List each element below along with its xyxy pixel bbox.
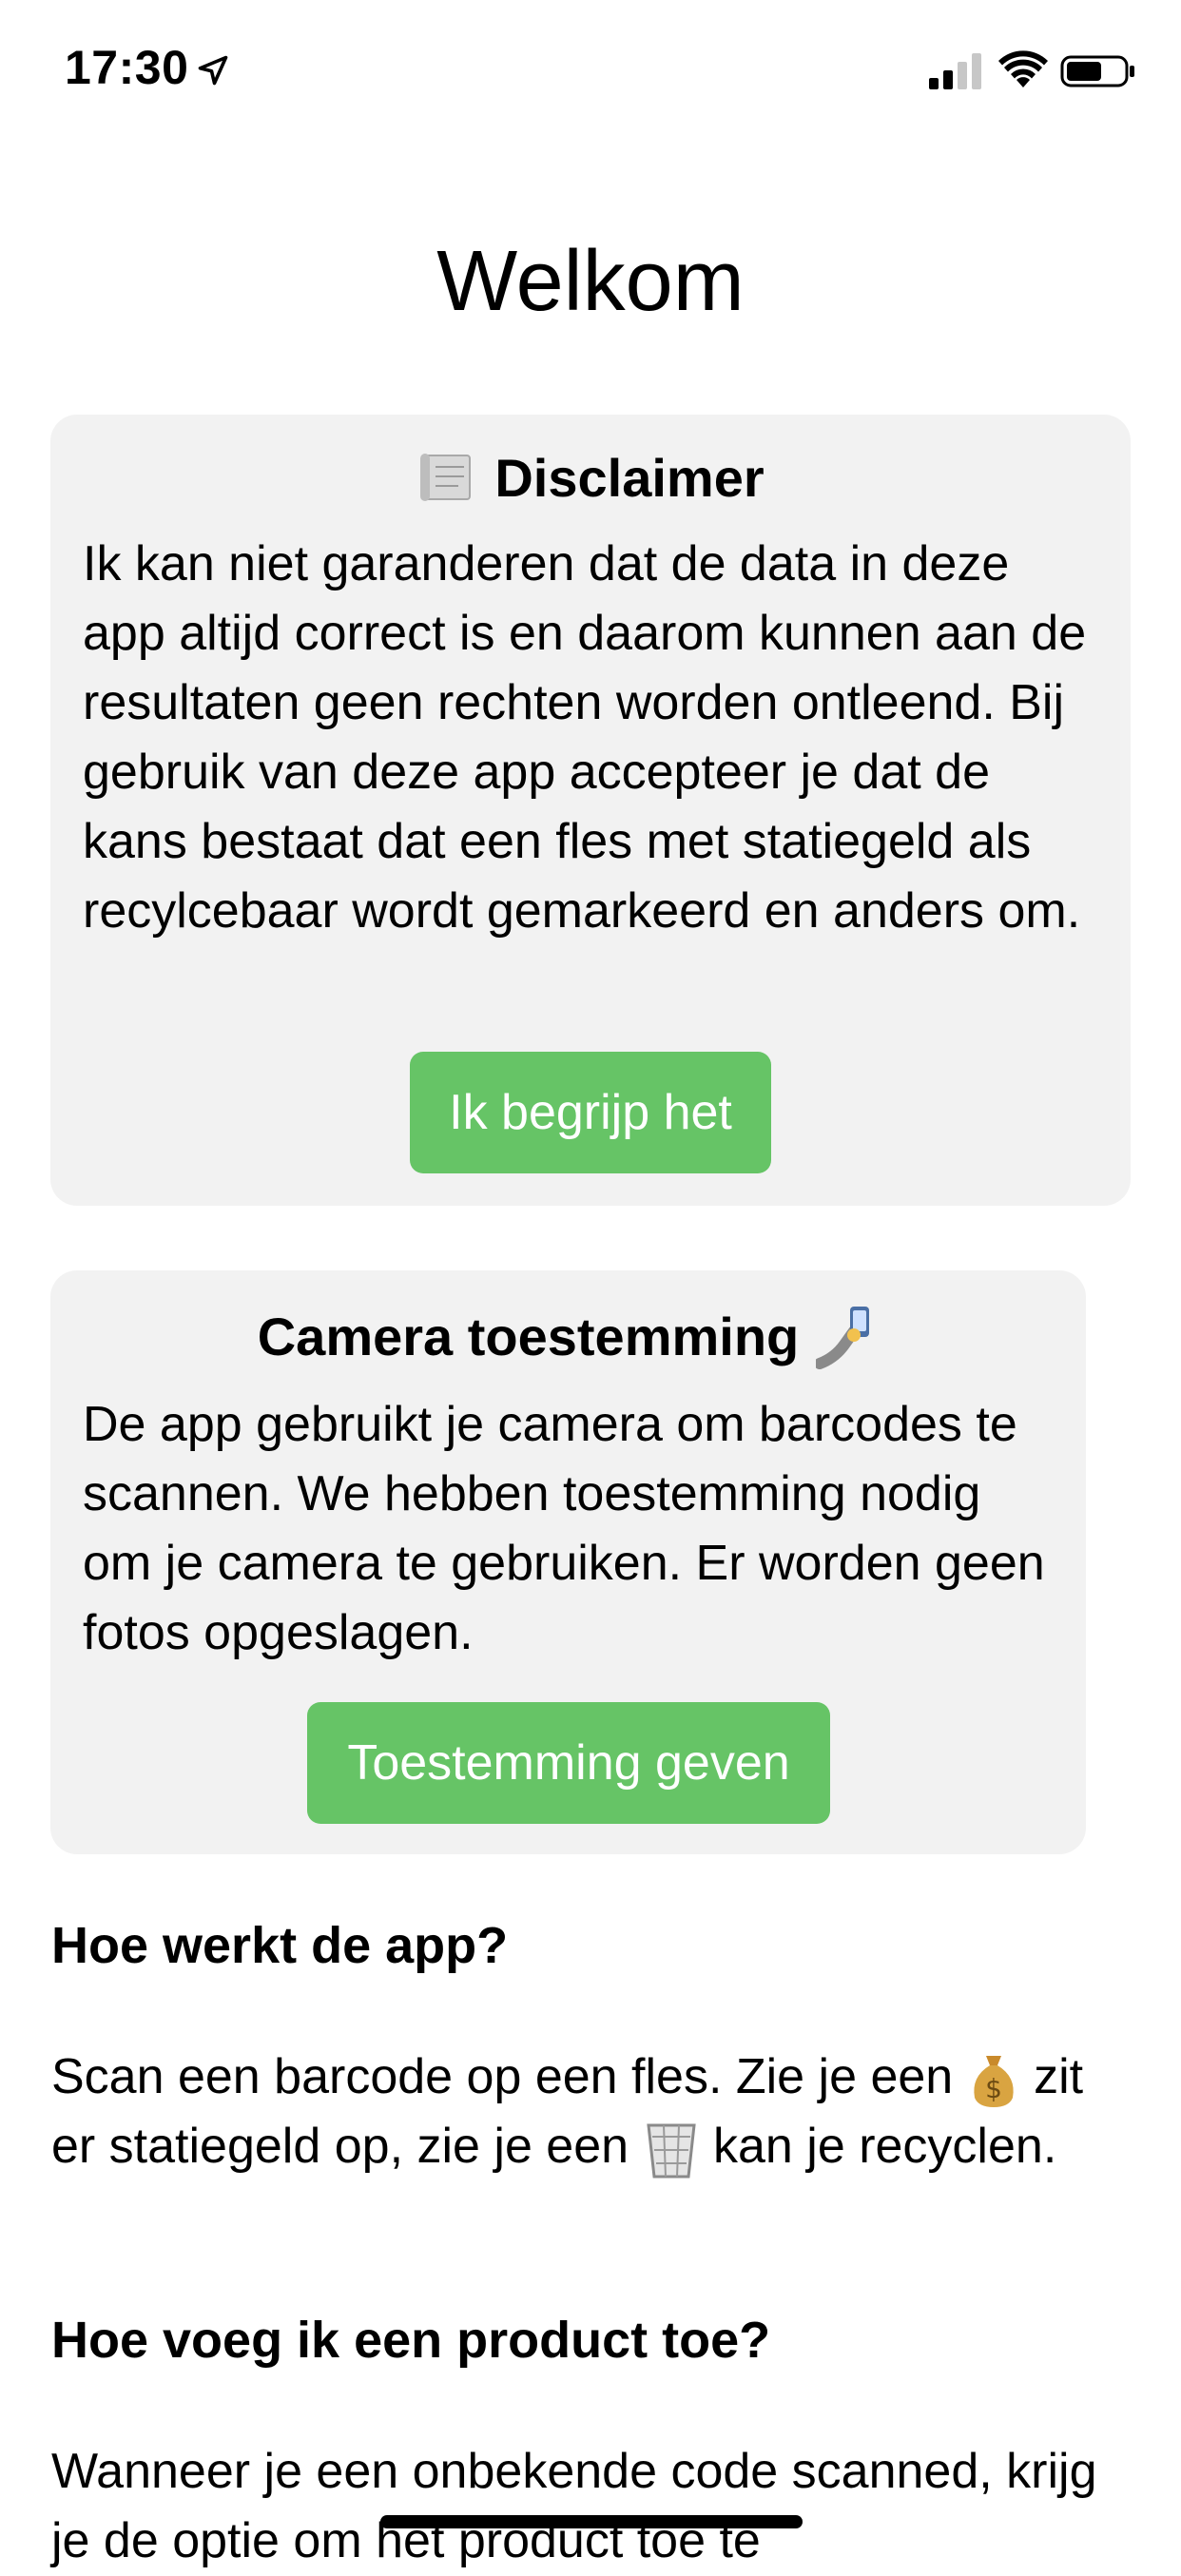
understand-button[interactable]: Ik begrijp het [410, 1052, 771, 1173]
disclaimer-card: Disclaimer Ik kan niet garanderen dat de… [50, 415, 1131, 1206]
camera-text: De app gebruikt je camera om barcodes te… [83, 1397, 1045, 1660]
camera-title-row: Camera toestemming [50, 1303, 1086, 1369]
selfie-arm-icon [816, 1307, 870, 1369]
grant-permission-button[interactable]: Toestemming geven [307, 1702, 830, 1824]
home-indicator[interactable] [380, 2515, 803, 2528]
location-arrow-icon [198, 55, 228, 86]
camera-title: Camera toestemming [257, 1306, 800, 1366]
add-product-heading: Hoe voeg ik een product toe? [51, 2312, 771, 2369]
cellular-signal-icon [929, 53, 981, 89]
wastebasket-icon [646, 2123, 696, 2179]
camera-permission-card: Camera toestemming De app gebruikt je ca… [50, 1270, 1086, 1854]
scroll-icon [420, 453, 472, 501]
status-bar: 17:30 [0, 0, 1181, 143]
battery-icon [1060, 55, 1134, 87]
svg-text:$: $ [985, 2073, 1002, 2104]
how-it-works-text: Scan een barcode op een fles. Zie je een… [51, 2043, 1135, 2181]
disclaimer-title-row: Disclaimer [50, 447, 1131, 509]
status-time: 17:30 [65, 41, 189, 94]
page-title: Welkom [436, 234, 745, 329]
disclaimer-text: Ik kan niet garanderen dat de data in de… [83, 536, 1087, 939]
wifi-icon [998, 50, 1048, 87]
add-product-text: Wanneer je een onbekende code scanned, k… [51, 2444, 1097, 2568]
disclaimer-title: Disclaimer [494, 448, 765, 508]
how-it-works-heading: Hoe werkt de app? [51, 1917, 509, 1974]
money-bag-icon: $ [974, 2056, 1014, 2108]
